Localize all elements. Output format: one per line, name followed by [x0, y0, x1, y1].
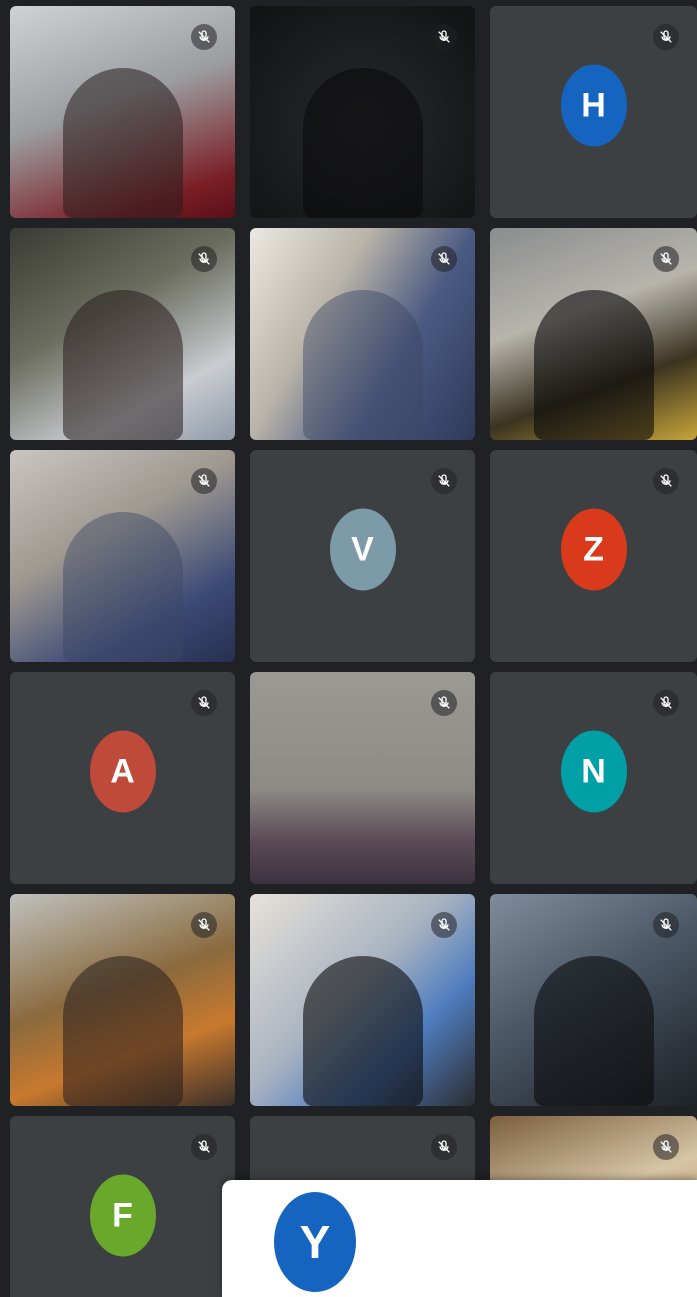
participant-tile[interactable]: [10, 894, 235, 1106]
join-notification[interactable]: Y: [222, 1180, 697, 1297]
notification-avatar: Y: [274, 1192, 356, 1292]
mic-off-icon[interactable]: [653, 690, 679, 716]
mic-off-icon[interactable]: [431, 468, 457, 494]
participant-tile[interactable]: [250, 672, 475, 884]
participant-video: [533, 290, 654, 440]
mic-off-icon[interactable]: [191, 468, 217, 494]
participant-tile[interactable]: [250, 894, 475, 1106]
participant-tile[interactable]: [10, 450, 235, 662]
participant-video: [302, 290, 423, 440]
participant-tile[interactable]: [10, 228, 235, 440]
avatar: N: [560, 730, 627, 813]
participant-tile[interactable]: F: [10, 1116, 235, 1297]
avatar: F: [89, 1174, 156, 1257]
participant-tile[interactable]: [490, 894, 697, 1106]
mic-off-icon[interactable]: [191, 690, 217, 716]
mic-off-icon[interactable]: [653, 246, 679, 272]
avatar: Z: [560, 508, 627, 591]
mic-off-icon[interactable]: [653, 24, 679, 50]
participant-tile[interactable]: H: [490, 6, 697, 218]
participant-grid: H V Z A N F: [10, 6, 697, 1297]
mic-off-icon[interactable]: [431, 912, 457, 938]
avatar: H: [560, 64, 627, 147]
mic-off-icon[interactable]: [431, 1134, 457, 1160]
avatar: V: [329, 508, 396, 591]
mic-off-icon[interactable]: [191, 1134, 217, 1160]
mic-off-icon[interactable]: [653, 1134, 679, 1160]
avatar: A: [89, 730, 156, 813]
mic-off-icon[interactable]: [191, 246, 217, 272]
participant-tile[interactable]: [250, 228, 475, 440]
participant-video: [62, 290, 183, 440]
participant-video: [533, 956, 654, 1106]
mic-off-icon[interactable]: [653, 912, 679, 938]
meeting-screen: H V Z A N F Y: [0, 0, 697, 1297]
mic-off-icon[interactable]: [431, 24, 457, 50]
participant-tile[interactable]: [250, 6, 475, 218]
participant-tile[interactable]: N: [490, 672, 697, 884]
participant-video: [62, 512, 183, 662]
mic-off-icon[interactable]: [191, 912, 217, 938]
participant-video: [302, 956, 423, 1106]
participant-tile[interactable]: [10, 6, 235, 218]
participant-tile[interactable]: A: [10, 672, 235, 884]
mic-off-icon[interactable]: [653, 468, 679, 494]
mic-off-icon[interactable]: [191, 24, 217, 50]
participant-tile[interactable]: V: [250, 450, 475, 662]
mic-off-icon[interactable]: [431, 690, 457, 716]
mic-off-icon[interactable]: [431, 246, 457, 272]
participant-tile[interactable]: [490, 228, 697, 440]
participant-video: [302, 68, 423, 218]
participant-tile[interactable]: Z: [490, 450, 697, 662]
participant-video: [62, 68, 183, 218]
participant-video: [62, 956, 183, 1106]
